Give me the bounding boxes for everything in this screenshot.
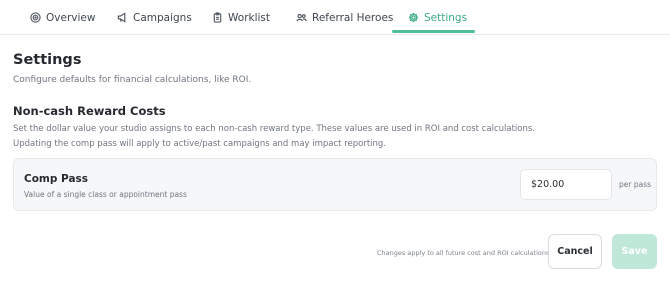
tab-overview[interactable]: Overview <box>30 0 95 35</box>
section-description-line: Set the dollar value your studio assigns… <box>13 124 536 134</box>
section-title: Non-cash Reward Costs <box>13 104 166 118</box>
comp-pass-value-input[interactable] <box>520 169 612 200</box>
tab-label: Overview <box>46 11 96 24</box>
gear-icon <box>408 12 419 23</box>
cancel-button[interactable]: Cancel <box>548 234 602 269</box>
page-description: Configure defaults for financial calcula… <box>13 75 252 85</box>
users-icon <box>296 13 307 22</box>
megaphone-icon <box>117 12 126 23</box>
tab-label: Worklist <box>228 11 271 24</box>
tab-label: Campaigns <box>133 11 192 24</box>
footer-note: Changes apply to all future cost and ROI… <box>377 249 552 257</box>
page-title: Settings <box>13 52 82 68</box>
tab-worklist[interactable]: Worklist <box>212 0 270 35</box>
tab-label: Settings <box>424 11 468 24</box>
active-tab-indicator <box>392 30 475 33</box>
comp-pass-card: Comp Pass Value of a single class or app… <box>13 158 657 211</box>
tab-bar: Overview Campaigns Worklist Referral Her… <box>0 0 670 35</box>
save-button[interactable]: Save <box>612 234 657 269</box>
comp-pass-subtitle: Value of a single class or appointment p… <box>24 190 187 199</box>
clipboard-icon <box>213 12 222 23</box>
target-icon <box>30 12 41 23</box>
section-description-line: Updating the comp pass will apply to act… <box>13 139 387 149</box>
per-unit-label: per pass <box>619 180 652 189</box>
section-description: Set the dollar value your studio assigns… <box>13 122 573 152</box>
tab-campaigns[interactable]: Campaigns <box>117 0 192 35</box>
tab-referral-heroes[interactable]: Referral Heroes <box>296 0 393 35</box>
tab-label: Referral Heroes <box>312 11 394 24</box>
comp-pass-title: Comp Pass <box>24 173 89 185</box>
